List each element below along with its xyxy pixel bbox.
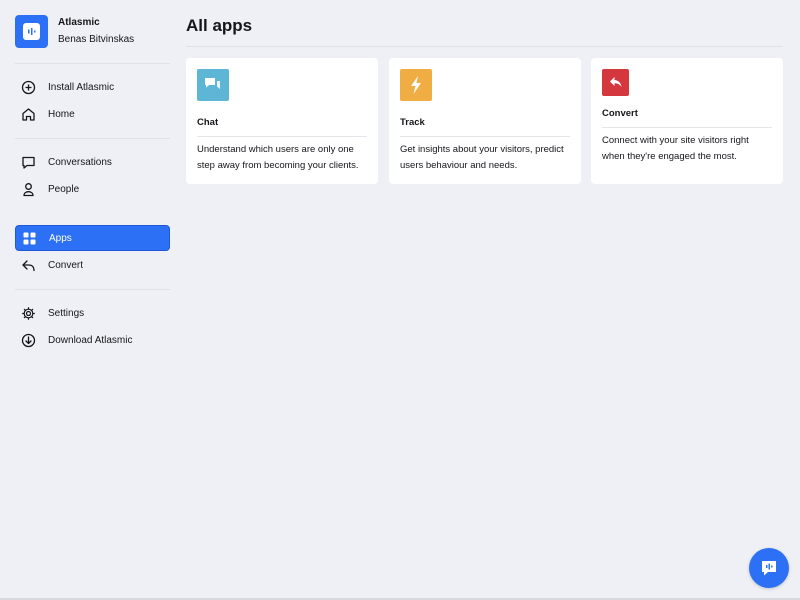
sidebar-item-label: Download Atlasmic <box>48 334 133 346</box>
home-icon <box>21 107 36 122</box>
grid-icon <box>22 231 37 246</box>
sidebar-item-install-atlasmic[interactable]: Install Atlasmic <box>15 74 170 100</box>
app-card-description: Understand which users are only one step… <box>197 144 359 171</box>
chat-app-icon <box>197 69 229 101</box>
app-card-description: Get insights about your visitors, predic… <box>400 144 564 171</box>
sidebar-item-label: People <box>48 183 80 195</box>
sidebar-item-label: Install Atlasmic <box>48 81 115 93</box>
gear-icon <box>21 306 36 321</box>
sidebar-item-home[interactable]: Home <box>15 101 170 127</box>
page-title: All apps <box>186 16 253 35</box>
download-circle-icon <box>21 333 36 348</box>
sidebar-item-apps[interactable]: Apps <box>15 225 170 251</box>
sidebar-item-label: Home <box>48 108 75 120</box>
sidebar-item-people[interactable]: People <box>15 176 170 202</box>
app-card-convert[interactable]: Convert Connect with your site visitors … <box>591 58 783 184</box>
atlasmic-logo-icon <box>15 15 48 48</box>
app-card-title: Chat <box>197 117 219 128</box>
sidebar-item-label: Settings <box>48 307 85 319</box>
app-card-chat[interactable]: Chat Understand which users are only one… <box>186 58 378 184</box>
app-card-description: Connect with your site visitors right wh… <box>602 135 749 162</box>
sidebar-item-label: Conversations <box>48 156 112 168</box>
person-icon <box>21 182 36 197</box>
sidebar-item-download-atlasmic[interactable]: Download Atlasmic <box>15 327 170 353</box>
divider <box>15 63 170 64</box>
app-card-title: Track <box>400 117 425 128</box>
card-divider <box>400 136 570 137</box>
sidebar-item-label: Apps <box>49 232 72 244</box>
chat-bubble-icon <box>21 155 36 170</box>
lightning-icon <box>400 69 432 101</box>
plus-circle-icon <box>21 80 36 95</box>
user-name: Benas Bitvinskas <box>58 34 135 45</box>
card-divider <box>197 136 367 137</box>
convert-reply-icon <box>602 69 629 96</box>
sidebar-item-conversations[interactable]: Conversations <box>15 149 170 175</box>
brand-name: Atlasmic <box>58 17 100 28</box>
card-divider <box>602 127 772 128</box>
chat-widget-button[interactable] <box>749 548 789 588</box>
sidebar-item-label: Convert <box>48 259 84 271</box>
app-card-title: Convert <box>602 108 638 119</box>
divider <box>15 289 170 290</box>
reply-arrow-icon <box>21 258 36 273</box>
app-card-track[interactable]: Track Get insights about your visitors, … <box>389 58 581 184</box>
brand[interactable]: Atlasmic Benas Bitvinskas <box>15 15 134 48</box>
sidebar-item-settings[interactable]: Settings <box>15 300 170 326</box>
title-divider <box>186 46 783 47</box>
chat-widget-icon <box>760 559 778 577</box>
sidebar-item-convert[interactable]: Convert <box>15 252 170 278</box>
sidebar: Atlasmic Benas Bitvinskas Install Atlasm… <box>0 0 185 600</box>
divider <box>15 138 170 139</box>
